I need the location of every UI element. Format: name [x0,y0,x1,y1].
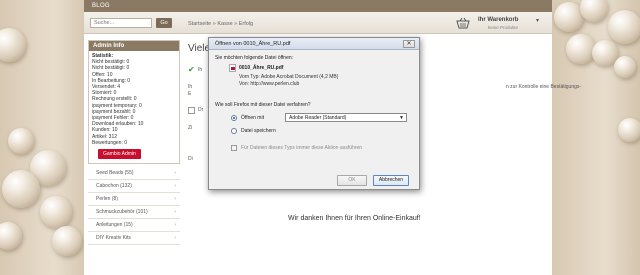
category-item[interactable]: Schmuckzubehör (101) › [88,206,180,220]
file-type: Vom Typ: Adobe Acrobat Document (4,2 MB) [239,74,339,80]
blog-link[interactable]: BLOG [92,3,110,9]
success-text-fragment: Ih [198,67,203,73]
pearl-image [614,56,636,78]
admin-stats: Statistik: Nicht bestätigt: 0 Nicht best… [89,51,179,163]
category-list: Seed Beads (55) › Cabochon (132) › Perle… [88,167,180,246]
pearl-image [0,28,26,62]
category-item[interactable]: Cabochon (132) › [88,180,180,194]
stat-line: Bewertungen: 0 [92,139,128,146]
file-name: 0010_Ähre_RU.pdf [239,65,284,71]
category-label: Anleitungen (15) [96,222,133,229]
chevron-right-icon: › [174,196,176,203]
thank-you-message: Wir danken Ihnen für Ihren Online-Einkau… [288,215,421,222]
chevron-down-icon: ▼ [399,115,404,121]
application-select-value: Adobe Reader (Standard) [289,115,347,121]
category-item[interactable]: Anleitungen (15) › [88,219,180,233]
info-text-fragment: Ih [188,84,193,90]
shop-header: Go Startseite » Kasse » Erfolg Ihr Waren… [84,12,552,34]
file-source: Von: http://www.perlen.club [239,81,300,87]
basket-icon[interactable] [456,17,470,29]
dialog-titlebar[interactable]: Öffnen von 0010_Ähre_RU.pdf ✕ [209,38,419,50]
gambio-admin-button[interactable]: Gambio Admin [98,149,141,160]
category-label: Cabochon (132) [96,183,132,190]
print-text-fragment[interactable]: Dr [198,107,203,113]
pearl-image [580,0,608,22]
text-fragment: Di [188,156,193,162]
pearl-image [52,226,82,256]
print-icon[interactable] [188,107,195,114]
chevron-down-icon[interactable]: ▾ [536,17,539,24]
chevron-right-icon: › [174,183,176,190]
category-item[interactable]: DIY Kreativ Kits › [88,232,180,246]
chevron-right-icon: › [174,235,176,242]
background-pearls-right [552,0,640,275]
category-label: Seed Beads (55) [96,170,134,177]
pearl-image [0,222,22,250]
cart-title[interactable]: Ihr Warenkorb [478,17,518,23]
category-label: Perlen (8) [96,196,118,203]
checkmark-icon: ✔ [188,65,195,74]
remember-label[interactable]: Für Dateien dieses Typs immer diese Akti… [241,145,362,151]
save-file-radio[interactable] [231,128,237,134]
chevron-right-icon: › [174,209,176,216]
close-icon[interactable]: ✕ [403,40,415,48]
category-label: DIY Kreativ Kits [96,235,131,242]
open-with-label[interactable]: Öffnen mit [241,115,264,121]
pearl-image [8,128,34,154]
action-question: Wie soll Firefox mit dieser Datei verfah… [215,102,311,108]
breadcrumb: Startseite » Kasse » Erfolg [188,21,254,27]
admin-info-title: Admin Info [89,41,179,51]
pearl-image [608,10,640,44]
admin-info-box: Admin Info Statistik: Nicht bestätigt: 0… [88,40,180,165]
application-select[interactable]: Adobe Reader (Standard) ▼ [285,113,407,122]
dialog-title: Öffnen von 0010_Ähre_RU.pdf [215,41,291,47]
save-file-label[interactable]: Datei speichern [241,128,276,134]
pearl-image [618,118,640,142]
info-text-fragment: E [188,91,192,97]
background-pearls-left [0,0,90,275]
top-nav-bar: BLOG [84,0,552,12]
chevron-right-icon: › [174,170,176,177]
left-sidebar: Admin Info Statistik: Nicht bestätigt: 0… [88,40,180,246]
remember-checkbox[interactable] [231,145,237,151]
action-options: Öffnen mit Adobe Reader (Standard) ▼ Dat… [221,110,415,156]
search-go-button[interactable]: Go [156,18,172,28]
dialog-body: Sie möchten folgende Datei öffnen: 0010_… [215,55,415,151]
download-dialog: Öffnen von 0010_Ähre_RU.pdf ✕ Sie möchte… [208,37,420,190]
confirmation-text-fragment: n zur Kontrolle eine Bestätigungs- [506,84,582,90]
text-fragment: Zi [188,125,193,131]
pearl-image [40,196,72,228]
pdf-file-icon [229,64,236,72]
dialog-intro: Sie möchten folgende Datei öffnen: [215,55,294,61]
chevron-right-icon: › [174,222,176,229]
cancel-button[interactable]: Abbrechen [373,175,409,186]
ok-button[interactable]: OK [337,175,367,186]
page-title: Viele [188,43,211,54]
search-input[interactable] [90,18,152,28]
cart-subtitle: keine Produkte [488,25,519,30]
pearl-image [2,170,40,208]
open-with-radio[interactable] [231,115,237,121]
category-item[interactable]: Seed Beads (55) › [88,167,180,181]
category-label: Schmuckzubehör (101) [96,209,148,216]
category-item[interactable]: Perlen (8) › [88,193,180,207]
